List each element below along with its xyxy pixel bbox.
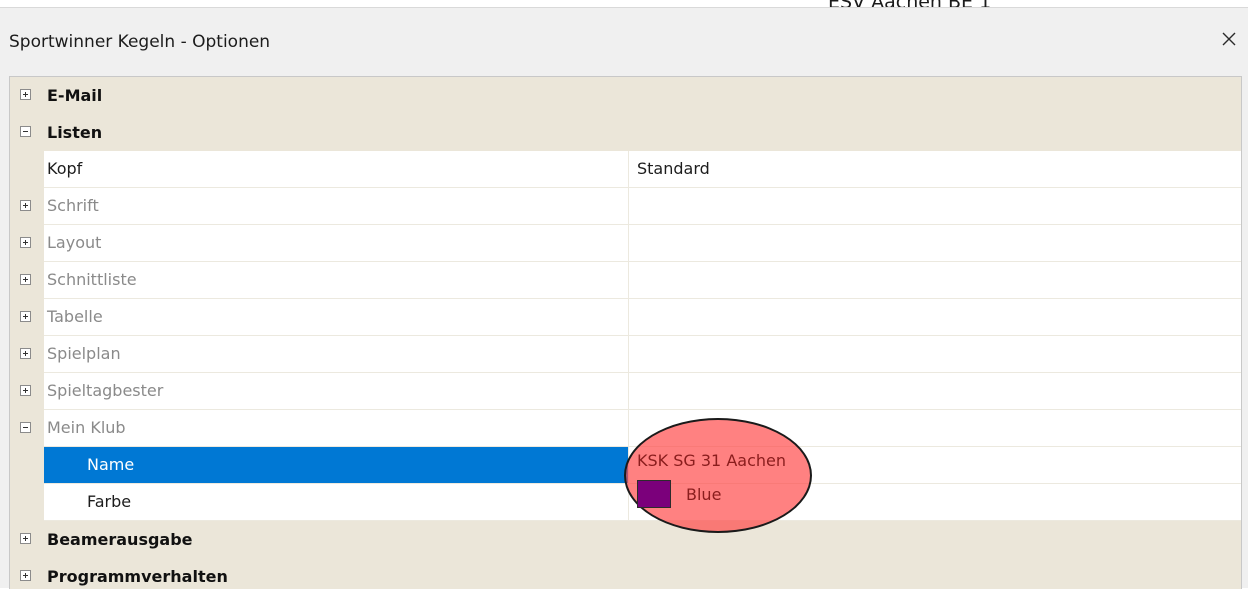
close-button[interactable] (1216, 26, 1242, 52)
category-listen[interactable]: Listen (10, 114, 1241, 151)
expand-icon[interactable] (20, 385, 31, 396)
close-icon (1222, 32, 1236, 46)
property-row-farbe[interactable]: Farbe (10, 484, 1241, 521)
expand-icon[interactable] (20, 533, 31, 544)
property-name: Schnittliste (44, 262, 628, 299)
name-value-text: KSK SG 31 Aachen (637, 451, 786, 470)
property-value[interactable] (628, 225, 1241, 262)
expand-icon[interactable] (20, 237, 31, 248)
color-swatch (637, 480, 671, 508)
property-name-selected: Name (44, 447, 628, 484)
farbe-value-text: Blue (686, 485, 722, 504)
property-name: Mein Klub (44, 410, 628, 447)
property-value[interactable] (628, 299, 1241, 336)
expand-icon[interactable] (20, 570, 31, 581)
category-beamer[interactable]: Beamerausgabe (10, 521, 1241, 558)
property-name: Kopf (44, 151, 628, 188)
property-row-kopf[interactable]: Kopf Standard (10, 151, 1241, 188)
property-row-tabelle[interactable]: Tabelle (10, 299, 1241, 336)
expand-icon[interactable] (20, 89, 31, 100)
property-value[interactable]: Standard (628, 151, 1241, 188)
property-row-name[interactable]: Name (10, 447, 1241, 484)
category-label: Programmverhalten (47, 567, 228, 586)
category-programmverhalten[interactable]: Programmverhalten (10, 558, 1241, 589)
property-value-text: Standard (637, 159, 710, 178)
property-name: Farbe (44, 484, 628, 521)
property-row-layout[interactable]: Layout (10, 225, 1241, 262)
category-email[interactable]: E-Mail (10, 77, 1241, 114)
collapse-icon[interactable] (20, 422, 31, 433)
property-row-mein-klub[interactable]: Mein Klub (10, 410, 1241, 447)
expand-icon[interactable] (20, 348, 31, 359)
property-name: Spielplan (44, 336, 628, 373)
category-label: Beamerausgabe (47, 530, 193, 549)
property-row-schrift[interactable]: Schrift (10, 188, 1241, 225)
category-label: E-Mail (47, 86, 103, 105)
property-value[interactable] (628, 262, 1241, 299)
property-grid: E-Mail Listen Kopf Standard Schrift Layo… (9, 76, 1242, 589)
property-value[interactable] (628, 373, 1241, 410)
property-row-schnittliste[interactable]: Schnittliste (10, 262, 1241, 299)
expand-icon[interactable] (20, 311, 31, 322)
property-name: Layout (44, 225, 628, 262)
property-name: Spieltagbester (44, 373, 628, 410)
category-label: Listen (47, 123, 103, 142)
property-value[interactable] (628, 410, 1241, 447)
property-name: Schrift (44, 188, 628, 225)
property-row-spielplan[interactable]: Spielplan (10, 336, 1241, 373)
options-dialog: Sportwinner Kegeln - Optionen E-Mail Lis… (0, 7, 1248, 589)
expand-icon[interactable] (20, 200, 31, 211)
title-bar: Sportwinner Kegeln - Optionen (0, 8, 1248, 72)
property-value[interactable] (628, 188, 1241, 225)
property-value[interactable] (628, 336, 1241, 373)
property-name: Tabelle (44, 299, 628, 336)
property-row-spieltagbester[interactable]: Spieltagbester (10, 373, 1241, 410)
collapse-icon[interactable] (20, 126, 31, 137)
dialog-title: Sportwinner Kegeln - Optionen (9, 32, 271, 52)
expand-icon[interactable] (20, 274, 31, 285)
